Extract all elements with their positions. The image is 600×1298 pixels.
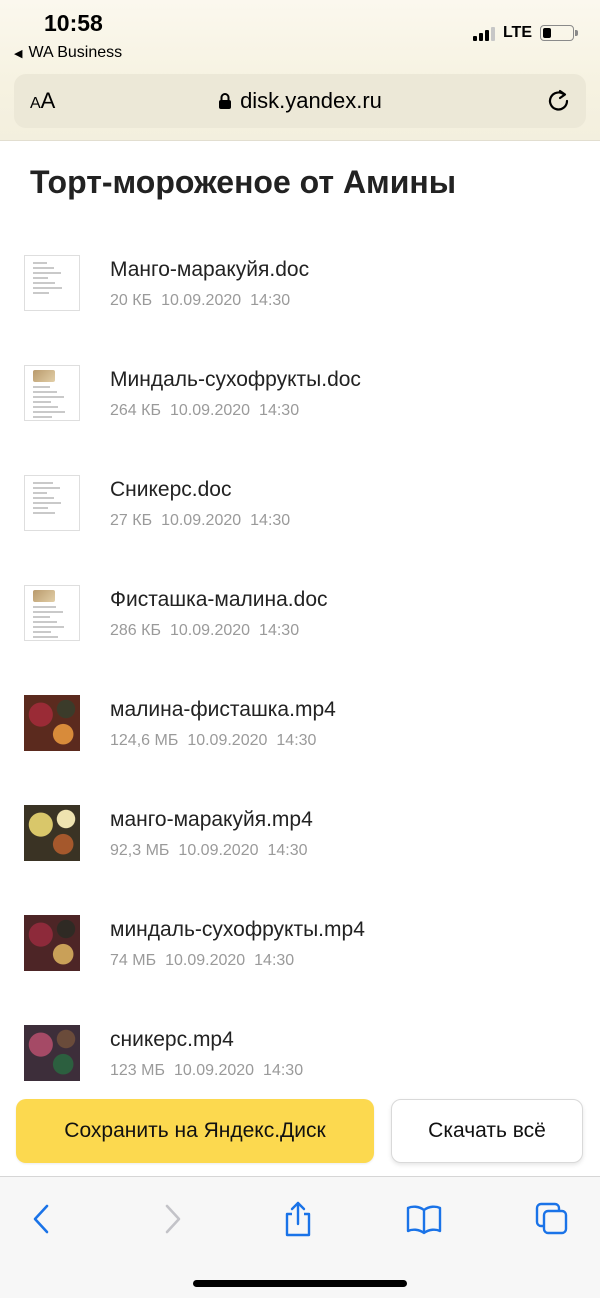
file-name: малина-фисташка.mp4 [110, 698, 336, 721]
file-date: 10.09.2020 [169, 622, 251, 639]
file-name: миндаль-сухофрукты.mp4 [110, 918, 365, 941]
file-meta: 27 КБ 10.09.2020 14:30 [110, 512, 290, 530]
file-meta: 123 МБ 10.09.2020 14:30 [110, 1062, 303, 1080]
tabs-icon[interactable] [532, 1199, 572, 1239]
video-thumbnail [24, 1025, 80, 1081]
url-display[interactable]: disk.yandex.ru [14, 88, 586, 116]
file-time: 14:30 [267, 842, 308, 859]
file-date: 10.09.2020 [178, 842, 259, 859]
share-icon[interactable] [278, 1199, 318, 1239]
file-size: 92,3 МБ [110, 842, 170, 859]
battery-icon [540, 25, 578, 41]
file-name: Сникерс.doc [110, 478, 232, 501]
file-time: 14:30 [263, 1062, 304, 1079]
file-time: 14:30 [259, 402, 300, 419]
file-meta: 20 КБ 10.09.2020 14:30 [110, 292, 290, 310]
file-date: 10.09.2020 [161, 512, 242, 529]
signal-bar [472, 36, 477, 41]
back-triangle-icon: ◀ [14, 47, 23, 60]
reload-icon[interactable] [546, 87, 572, 120]
save-to-disk-button[interactable]: Сохранить на Яндекс.Диск [16, 1099, 374, 1163]
file-name: манго-маракуйя.mp4 [110, 808, 313, 831]
back-app-label: WA Business [28, 44, 123, 61]
file-meta: 74 МБ 10.09.2020 14:30 [110, 952, 294, 970]
action-bar: Сохранить на Яндекс.Диск Скачать всё [0, 1086, 600, 1176]
file-name: Фисташка-малина.doc [110, 588, 328, 611]
file-size: 20 КБ [110, 292, 153, 309]
document-thumbnail [24, 365, 80, 421]
video-thumbnail [24, 695, 80, 751]
download-all-button[interactable]: Скачать всё [391, 1099, 583, 1163]
file-row[interactable]: Манго-маракуйя.doc 20 КБ 10.09.2020 14:30 [0, 246, 600, 356]
signal-icon [472, 25, 495, 41]
file-name: сникерс.mp4 [110, 1028, 234, 1051]
file-row[interactable]: миндаль-сухофрукты.mp4 74 МБ 10.09.2020 14:… [0, 906, 600, 1016]
video-thumbnail [24, 805, 80, 861]
file-row[interactable]: Миндаль-сухофрукты.doc 264 КБ 10.09.2020 14… [0, 356, 600, 466]
file-size: 74 МБ [110, 952, 157, 969]
document-thumbnail [24, 585, 80, 641]
lock-icon [218, 90, 232, 116]
file-list: Манго-маракуйя.doc 20 КБ 10.09.2020 14:30 Ми… [0, 246, 600, 1086]
address-bar[interactable]: AA disk.yandex.ru [14, 74, 586, 128]
home-indicator [193, 1280, 407, 1287]
file-date: 10.09.2020 [187, 732, 268, 749]
browser-toolbar [0, 1176, 600, 1298]
back-icon[interactable] [22, 1199, 62, 1239]
file-row[interactable]: Фисташка-малина.doc 286 КБ 10.09.2020 14:30 [0, 576, 600, 686]
bookmarks-icon[interactable] [404, 1199, 444, 1239]
file-meta: 286 КБ 10.09.2020 14:30 [110, 622, 299, 640]
file-size: 124,6 МБ [110, 732, 179, 749]
forward-icon[interactable] [152, 1199, 192, 1239]
status-time: 10:58 [44, 10, 103, 36]
file-size: 264 КБ [110, 402, 161, 419]
file-size: 123 МБ [110, 1062, 165, 1079]
file-meta: 92,3 МБ 10.09.2020 14:30 [110, 842, 308, 860]
page-title: Торт-мороженое от Амины [30, 164, 457, 200]
file-size: 286 КБ [110, 622, 161, 639]
signal-bar [478, 33, 483, 41]
file-row[interactable]: Сникерс.doc 27 КБ 10.09.2020 14:30 [0, 466, 600, 576]
file-name: Миндаль-сухофрукты.doc [110, 368, 361, 391]
file-date: 10.09.2020 [165, 952, 246, 969]
file-row[interactable]: сникерс.mp4 123 МБ 10.09.2020 14:30 [0, 1016, 600, 1086]
status-indicators: LTE [472, 24, 578, 42]
signal-bar [484, 30, 489, 41]
file-size: 27 КБ [110, 512, 153, 529]
file-time: 14:30 [259, 622, 300, 639]
file-name: Манго-маракуйя.doc [110, 258, 310, 281]
file-time: 14:30 [254, 952, 295, 969]
document-thumbnail [24, 255, 80, 311]
file-row[interactable]: малина-фисташка.mp4 124,6 МБ 10.09.2020 14:… [0, 686, 600, 796]
network-label: LTE [502, 24, 532, 41]
file-time: 14:30 [250, 292, 291, 309]
signal-bar [490, 27, 495, 41]
file-meta: 124,6 МБ 10.09.2020 14:30 [110, 732, 316, 750]
url-text: disk.yandex.ru [240, 88, 382, 113]
browser-top-bar: 10:58 ◀ WA Business LTE AA disk.yandex.r… [0, 0, 600, 141]
file-date: 10.09.2020 [161, 292, 242, 309]
file-time: 14:30 [276, 732, 317, 749]
file-time: 14:30 [250, 512, 291, 529]
file-date: 10.09.2020 [173, 1062, 255, 1079]
file-date: 10.09.2020 [169, 402, 251, 419]
document-thumbnail [24, 475, 80, 531]
file-row[interactable]: манго-маракуйя.mp4 92,3 МБ 10.09.2020 14:30 [0, 796, 600, 906]
back-to-app-link[interactable]: ◀ WA Business [14, 44, 122, 62]
video-thumbnail [24, 915, 80, 971]
file-meta: 264 КБ 10.09.2020 14:30 [110, 402, 299, 420]
